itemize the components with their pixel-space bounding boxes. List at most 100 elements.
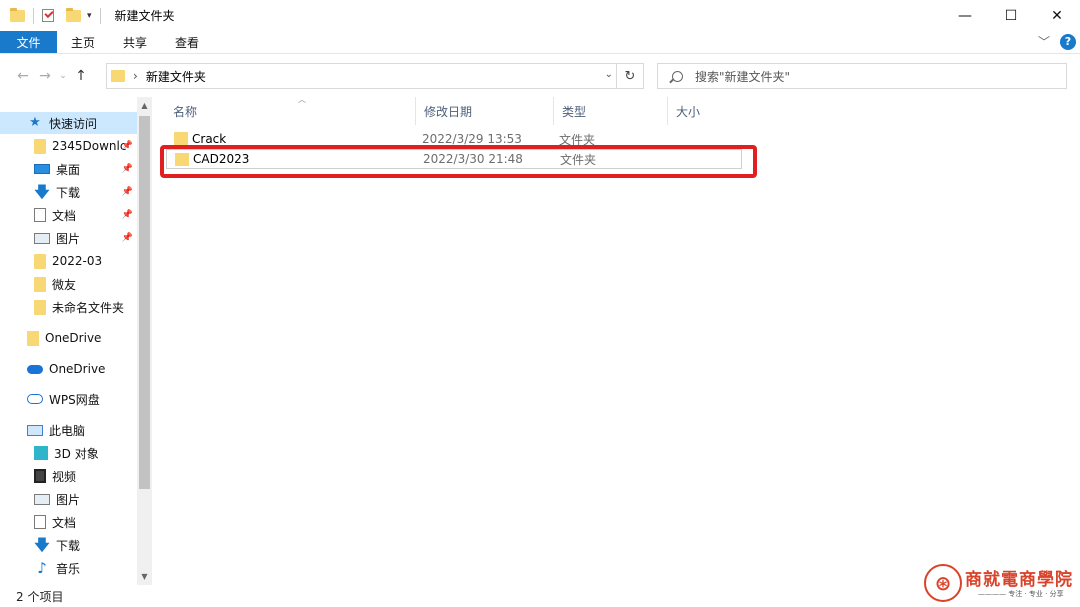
pin-icon: 📌 [121, 210, 133, 220]
help-icon[interactable]: ? [1060, 33, 1076, 50]
nav-item-documents[interactable]: 文档 📌 [0, 204, 137, 226]
nav-item-label: 2345Downlc [52, 139, 127, 153]
nav-item-videos[interactable]: 视频 [0, 465, 137, 487]
picture-icon [34, 232, 50, 244]
file-list-header: 名称 ︿ 修改日期 类型 大小 [153, 95, 1080, 125]
customize-toolbar-icon[interactable]: ▾ [87, 11, 92, 21]
address-bar[interactable]: › 新建文件夹 ⌄ ↻ [106, 63, 644, 89]
navigation-pane: ★ 快速访问 2345Downlc 📌 桌面 📌 🡇 下载 📌 文档 📌 图片 … [0, 97, 152, 585]
nav-item-onedrive[interactable]: OneDrive [0, 358, 137, 380]
new-folder-icon[interactable] [66, 7, 81, 22]
folder-icon [111, 70, 125, 82]
up-arrow-icon[interactable]: ↑ [70, 65, 92, 87]
nav-item-label: 此电脑 [49, 423, 86, 438]
nav-item-label: OneDrive [49, 362, 106, 376]
folder-icon [34, 138, 46, 154]
watermark-subtitle: ———— 专注 · 专业 · 分享 [978, 590, 1064, 598]
nav-item-label: 3D 对象 [54, 446, 99, 461]
back-arrow-icon[interactable]: ← [12, 65, 34, 87]
item-count: 2 个项目 [16, 589, 64, 604]
watermark: ⊛ 商就電商學院 ———— 专注 · 专业 · 分享 [924, 561, 1074, 605]
nav-item-unnamed-folder[interactable]: 未命名文件夹 [0, 296, 137, 318]
nav-item-wps-drive[interactable]: WPS网盘 [0, 388, 137, 410]
pin-icon: 📌 [121, 187, 133, 197]
nav-item-music[interactable]: ♪ 音乐 [0, 557, 137, 579]
divider [99, 7, 101, 24]
watermark-logo-icon: ⊛ [924, 564, 962, 602]
music-icon: ♪ [37, 559, 47, 577]
nav-item-onedrive-personal[interactable]: OneDrive [0, 327, 137, 349]
tab-share[interactable]: 共享 [109, 31, 161, 53]
download-icon: 🡇 [34, 183, 50, 201]
nav-item-2345downloads[interactable]: 2345Downlc 📌 [0, 135, 137, 157]
nav-item-label: WPS网盘 [49, 392, 100, 407]
scroll-down-icon[interactable]: ▼ [137, 568, 152, 585]
properties-icon[interactable] [42, 9, 54, 22]
search-placeholder: 搜索"新建文件夹" [695, 69, 791, 84]
pin-icon: 📌 [121, 164, 133, 174]
nav-item-label: 视频 [52, 469, 77, 484]
column-date[interactable]: 修改日期 [415, 97, 553, 125]
tab-view[interactable]: 查看 [161, 31, 213, 53]
nav-item-label: 文档 [52, 208, 77, 223]
nav-item-label: 下载 [56, 538, 81, 553]
nav-item-label: 快速访问 [49, 116, 98, 131]
folder-icon [34, 276, 46, 292]
recent-locations-icon[interactable]: ⌄ [56, 65, 70, 87]
search-icon [672, 70, 683, 82]
video-icon [34, 469, 46, 483]
minimize-button[interactable]: — [942, 0, 988, 31]
nav-item-downloads[interactable]: 🡇 下载 📌 [0, 181, 137, 203]
maximize-button[interactable]: ☐ [988, 0, 1034, 31]
nav-item-weiyou[interactable]: 微友 [0, 273, 137, 295]
nav-item-3d-objects[interactable]: 3D 对象 [0, 442, 137, 464]
refresh-icon[interactable]: ↻ [616, 64, 643, 88]
scroll-thumb[interactable] [139, 116, 150, 489]
column-label: 大小 [676, 104, 701, 119]
pin-icon: 📌 [121, 233, 133, 243]
cloud-icon [27, 364, 43, 374]
column-size[interactable]: 大小 [667, 97, 767, 125]
folder-icon [10, 7, 25, 22]
divider [33, 7, 34, 24]
ribbon-tabs: 文件 主页 共享 查看 ﹀ ? [0, 31, 1080, 54]
nav-item-quick-access[interactable]: ★ 快速访问 [0, 112, 137, 134]
nav-item-label: 未命名文件夹 [52, 300, 125, 315]
expand-ribbon-icon[interactable]: ﹀ [1038, 33, 1050, 50]
tab-file[interactable]: 文件 [0, 31, 57, 53]
quick-access-toolbar: ▾ [0, 0, 105, 31]
nav-scrollbar[interactable]: ▲ ▼ [137, 97, 152, 585]
scroll-up-icon[interactable]: ▲ [137, 97, 152, 114]
nav-item-desktop[interactable]: 桌面 📌 [0, 158, 137, 180]
chevron-right-icon[interactable]: › [133, 69, 138, 83]
close-button[interactable]: ✕ [1034, 0, 1080, 31]
nav-item-label: 音乐 [56, 561, 81, 576]
chevron-down-icon[interactable]: ⌄ [605, 69, 613, 80]
nav-item-2022-03[interactable]: 2022-03 [0, 250, 137, 272]
ribbon-right: ﹀ ? [1038, 33, 1076, 50]
sort-ascending-icon: ︿ [298, 95, 306, 104]
column-label: 类型 [562, 104, 587, 119]
picture-icon [34, 493, 50, 505]
download-icon: 🡇 [34, 536, 50, 554]
column-label: 修改日期 [424, 104, 473, 119]
nav-item-documents-pc[interactable]: 文档 [0, 511, 137, 533]
window-title: 新建文件夹 [114, 9, 175, 23]
folder-icon [34, 253, 46, 269]
status-bar: 2 个项目 [0, 585, 1080, 607]
document-icon [34, 515, 46, 529]
nav-item-downloads-pc[interactable]: 🡇 下载 [0, 534, 137, 556]
column-type[interactable]: 类型 [553, 97, 667, 125]
window-controls: — ☐ ✕ [942, 0, 1080, 31]
nav-item-this-pc[interactable]: 此电脑 [0, 419, 137, 441]
nav-item-pictures-pc[interactable]: 图片 [0, 488, 137, 510]
column-label: 名称 [173, 104, 198, 119]
search-input[interactable]: 搜索"新建文件夹" [657, 63, 1067, 89]
column-name[interactable]: 名称 ︿ [165, 95, 415, 125]
tab-home[interactable]: 主页 [57, 31, 109, 53]
breadcrumb[interactable]: 新建文件夹 [146, 68, 206, 85]
title-bar: ▾ 新建文件夹 — ☐ ✕ [0, 0, 1080, 31]
computer-icon [27, 424, 43, 436]
nav-item-pictures[interactable]: 图片 📌 [0, 227, 137, 249]
forward-arrow-icon[interactable]: → [34, 65, 56, 87]
